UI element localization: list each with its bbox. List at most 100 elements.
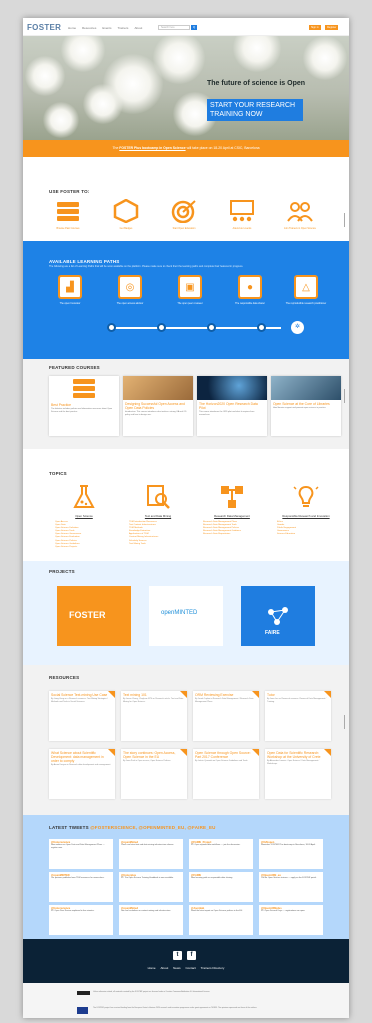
project-foster-logo[interactable]: FOSTER: [57, 586, 131, 646]
cc-license-badge[interactable]: [77, 991, 90, 995]
section-title: LATEST TWEETS @FOSTERSCIENCE, @OPENMINTE…: [49, 825, 216, 830]
footer-link-trainers[interactable]: Trainers Directory: [201, 966, 225, 970]
featured-courses-section: FEATURED COURSES Best Practice The Initi…: [23, 359, 349, 449]
resource-card[interactable]: Open Data for Scientific Research: Works…: [265, 749, 331, 799]
path-reproducible[interactable]: △ The reproducible research practitioner: [285, 275, 327, 305]
resource-card[interactable]: Text mining 101 By Lanna Chang, Chayhom F…: [121, 691, 187, 741]
path-peer-reviewer[interactable]: ▣ The open peer reviewer: [169, 275, 211, 305]
chart-icon: ▟: [58, 275, 82, 299]
tweet-card[interactable]: @openMinted Join our hackathon on content…: [119, 905, 183, 935]
use-item-label: Browse Past Courses: [56, 227, 80, 230]
topic-link[interactable]: Research Data Repositories: [203, 533, 269, 536]
tweet-card[interactable]: @Joomlab Read the latest report on Open S…: [189, 905, 253, 935]
tweet-card[interactable]: @OpenAIRE_eu Call for Open Science traine…: [259, 872, 323, 902]
resource-card[interactable]: Tutor By Jean-Luc on Research resource. R…: [265, 691, 331, 741]
use-item-trainers[interactable]: Join Trainers in Open Science: [275, 199, 325, 230]
card-corner: [324, 691, 331, 698]
nav-events[interactable]: Events: [102, 26, 111, 30]
resource-title[interactable]: Social Science Text-mining Use Case: [49, 691, 115, 697]
section-subtitle: The following are a list of Learning Pat…: [49, 265, 244, 268]
footer-link-news[interactable]: News: [173, 966, 181, 970]
tweet-card[interactable]: @fosterscience RT: Open Peer Review expla…: [49, 905, 113, 935]
nav-about[interactable]: About: [134, 26, 142, 30]
course-title[interactable]: Designing Successful Open Access and Ope…: [123, 400, 193, 410]
resource-card[interactable]: Social Science Text-mining Use Case By Li…: [49, 691, 115, 741]
course-card[interactable]: Designing Successful Open Access and Ope…: [123, 376, 193, 436]
main-nav: Home Resources Events Trainers About: [68, 26, 142, 30]
tweet-card[interactable]: @FAIRE_Project RT: Open reproducible work…: [189, 839, 253, 869]
tweet-text: Call for Open Science trainers — apply o…: [261, 877, 317, 879]
use-item-label: Get Badges: [119, 227, 133, 230]
resource-title[interactable]: Open Science through Open Source: Part 2…: [193, 749, 259, 759]
tweet-card[interactable]: @openMINTED Our partners published new TD…: [49, 872, 113, 902]
users-icon: [287, 202, 313, 222]
card-corner: [252, 691, 259, 698]
search-button[interactable]: Q: [191, 25, 197, 30]
tweet-card[interactable]: @fosterplus RT: The Open Science Training…: [119, 872, 183, 902]
topic-link[interactable]: Text Mining Tools: [129, 543, 195, 546]
tweet-card[interactable]: @OAIopen Reminder: FOSTER Plus bootcamp i…: [259, 839, 323, 869]
resource-card[interactable]: What Science about Scientific Developmen…: [49, 749, 115, 799]
nav-home[interactable]: Home: [68, 26, 76, 30]
tweet-card[interactable]: @FAIRE New learning path on responsible d…: [189, 872, 253, 902]
topic-rdm: Research Data Management Research Data M…: [195, 483, 269, 536]
course-card[interactable]: Best Practice The Initiative includes po…: [49, 376, 119, 436]
tweets-section: LATEST TWEETS @FOSTERSCIENCE, @OPENMINTE…: [23, 815, 349, 939]
project-faire-logo[interactable]: FAIRE: [241, 586, 315, 646]
resource-title[interactable]: The story continues: Open Access, Open S…: [121, 749, 187, 759]
resource-title[interactable]: What Science about Scientific Developmen…: [49, 749, 115, 763]
footer-link-contact[interactable]: Contact: [185, 966, 195, 970]
project-openminted-logo[interactable]: openMINTED: [149, 586, 223, 646]
tweet-card[interactable]: @OpenAIREplus RT: Open Science Days — reg…: [259, 905, 323, 935]
bootcamp-link[interactable]: FOSTER Plus bootcamp in Open Science: [119, 146, 185, 150]
twitter-icon[interactable]: t: [173, 951, 182, 960]
path-oa-advisor[interactable]: ◎ The open access advisor: [109, 275, 151, 305]
course-card[interactable]: The Horizon2020 Open Research Data Pilot…: [197, 376, 267, 436]
tweets-handles[interactable]: @FOSTERSCIENCE, @OPENMINTED_EU, @FAIRE_E…: [90, 825, 215, 830]
course-card[interactable]: Open Science at the Core of Libraries Ho…: [271, 376, 341, 436]
register-button[interactable]: Register: [325, 25, 339, 30]
topic-link[interactable]: Science Education: [277, 533, 343, 536]
resource-card[interactable]: ORM Reviewing Exercise By Jacob Caplen in…: [193, 691, 259, 741]
use-item-events[interactable]: Attend our events: [217, 199, 267, 230]
signin-button[interactable]: Sign in: [309, 25, 321, 30]
magnifier-icon: [147, 485, 170, 509]
course-title[interactable]: The Horizon2020 Open Research Data Pilot: [197, 400, 267, 410]
nav-resources[interactable]: Resources: [82, 26, 96, 30]
topic-title[interactable]: Responsible Research and Innovation: [269, 514, 343, 518]
path-open-innovator[interactable]: ▟ The open Innovator: [49, 275, 91, 305]
topic-title[interactable]: Text and Data Mining: [121, 514, 195, 518]
footer-link-home[interactable]: Home: [148, 966, 156, 970]
topic-title[interactable]: Research Data Management: [195, 514, 269, 518]
use-foster-section: USE FOSTER TO: Browse Past Courses Get B…: [23, 157, 349, 241]
gear-icon[interactable]: ✲: [291, 321, 304, 334]
path-data-sharer[interactable]: ● The responsible data sharer: [229, 275, 271, 305]
tweet-card[interactable]: @fosterscience New webinar on Open Data a…: [49, 839, 113, 869]
use-item-badges[interactable]: Get Badges: [101, 198, 151, 230]
topic-link[interactable]: Open Science Projects: [55, 546, 121, 549]
resource-card[interactable]: The story continues: Open Access, Open S…: [121, 749, 187, 799]
hero-banner: The future of science is Open START YOUR…: [23, 36, 349, 140]
use-item-education[interactable]: Start Open Education: [159, 199, 209, 230]
progress-step[interactable]: [207, 323, 216, 332]
card-corner: [252, 749, 259, 756]
course-image: [123, 376, 193, 400]
person-icon: ●: [238, 275, 262, 299]
progress-step[interactable]: [107, 323, 116, 332]
resource-title[interactable]: Open Data for Scientific Research: Works…: [265, 749, 331, 759]
progress-step[interactable]: [157, 323, 166, 332]
footer-link-about[interactable]: About: [160, 966, 168, 970]
dandelion-image: [153, 36, 205, 84]
tweet-text: RT: The Open Science Training Handbook i…: [121, 877, 174, 879]
nav-trainers[interactable]: Trainers: [118, 26, 129, 30]
tweet-card[interactable]: @openMinted Check our latest text and dat…: [119, 839, 183, 869]
medal-icon: ◎: [118, 275, 142, 299]
progress-step[interactable]: [257, 323, 266, 332]
start-training-button[interactable]: START YOUR RESEARCH TRAINING NOW: [207, 99, 303, 121]
use-item-courses[interactable]: Browse Past Courses: [43, 199, 93, 230]
facebook-icon[interactable]: f: [187, 951, 196, 960]
foster-logo[interactable]: FOSTER: [27, 23, 61, 32]
topic-title[interactable]: Open Science: [47, 514, 121, 518]
search-input[interactable]: Search here: [158, 25, 190, 30]
resource-card[interactable]: Open Science through Open Source: Part 2…: [193, 749, 259, 799]
